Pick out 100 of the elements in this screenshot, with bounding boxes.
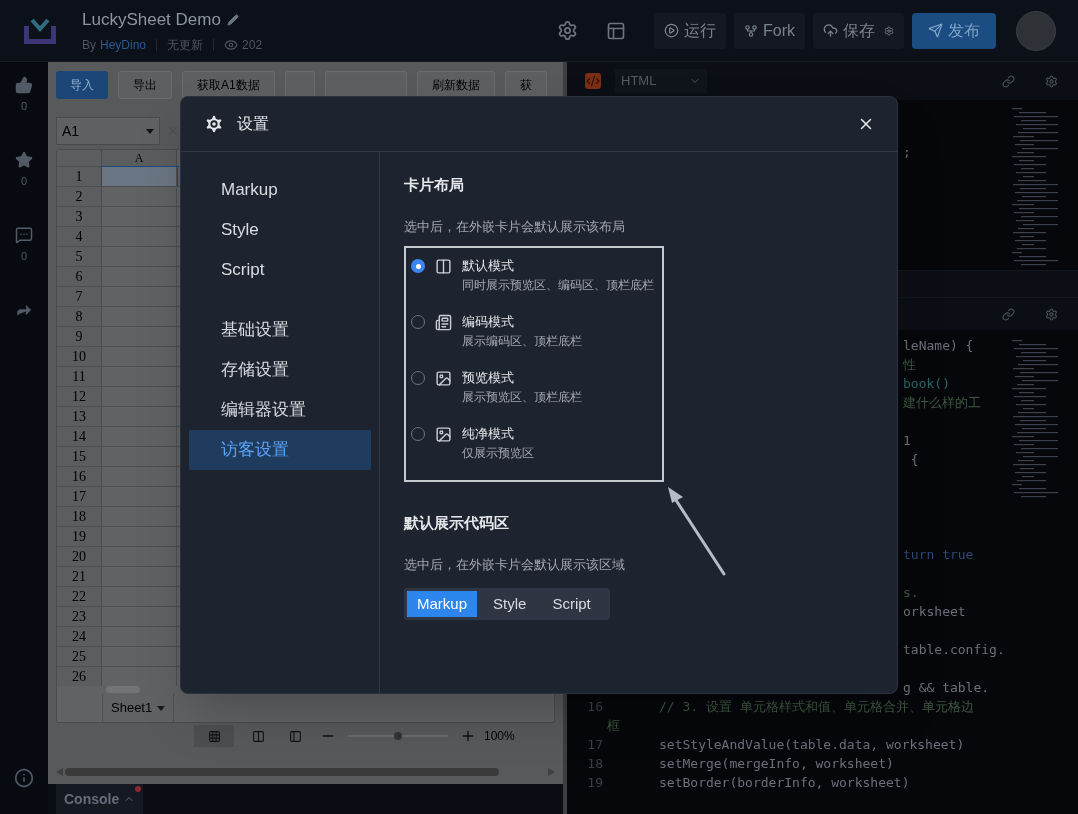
zoom-reading: 100% <box>484 728 515 745</box>
section-description: 选中后，在外嵌卡片会默认展示该布局 <box>404 217 626 236</box>
row-header[interactable]: 5 <box>57 247 102 266</box>
segment-tab[interactable]: Markup <box>407 591 478 617</box>
edit-icon[interactable] <box>226 13 239 26</box>
row-header[interactable]: 7 <box>57 287 102 306</box>
row-header[interactable]: 19 <box>57 527 102 546</box>
row-header[interactable]: 15 <box>57 447 102 466</box>
option-label: 预览模式 <box>462 370 515 386</box>
code-line: 框 <box>607 717 620 735</box>
toolbar-button[interactable]: Fork <box>734 12 805 49</box>
table-cell[interactable] <box>102 167 177 186</box>
count-label: 0 <box>20 99 28 114</box>
nav-item[interactable]: Style <box>189 210 371 250</box>
row-header[interactable]: 14 <box>57 427 102 446</box>
nav-item[interactable]: 存储设置 <box>189 350 371 390</box>
code-line: s. <box>903 584 919 602</box>
row-header[interactable]: 3 <box>57 207 102 226</box>
segment-tab[interactable]: Script <box>542 591 601 617</box>
console-button[interactable]: Console <box>56 784 144 814</box>
line-number: 18 <box>586 755 604 773</box>
settings-icon[interactable] <box>1045 307 1058 321</box>
star-icon[interactable] <box>15 151 33 169</box>
option-label: 编码模式 <box>462 314 515 330</box>
code-line: setStyleAndValue(table.data, worksheet) <box>658 736 965 754</box>
split-layout-icon <box>435 258 452 275</box>
row-header[interactable]: 13 <box>57 407 102 426</box>
column-header[interactable]: A <box>102 150 177 166</box>
code-line: table.config. <box>903 641 1005 659</box>
row-header[interactable]: 26 <box>57 667 102 686</box>
sheet-button[interactable]: 获 <box>504 71 547 99</box>
row-header[interactable]: 18 <box>57 507 102 526</box>
scroll-left-icon[interactable] <box>56 768 63 776</box>
toolbar-button[interactable]: 保存 <box>813 12 904 49</box>
scroll-right-icon[interactable] <box>548 768 555 776</box>
row-header[interactable]: 6 <box>57 267 102 286</box>
option-detail: 展示预览区、顶栏底栏 <box>462 390 582 404</box>
row-header[interactable]: 1 <box>57 167 102 186</box>
row-header[interactable]: 8 <box>57 307 102 326</box>
sheet-button[interactable]: 导出 <box>118 71 172 99</box>
settings-icon[interactable] <box>1045 74 1058 88</box>
count-label: 0 <box>20 174 28 189</box>
scrollbar-thumb[interactable] <box>65 768 499 776</box>
eye-icon <box>224 38 239 53</box>
avatar[interactable] <box>1016 10 1056 51</box>
zoom-in-icon[interactable] <box>460 728 476 744</box>
row-header[interactable]: 4 <box>57 227 102 246</box>
nav-item[interactable]: 访客设置 <box>189 430 371 470</box>
author-link[interactable]: HeyDino <box>100 36 147 55</box>
nav-item[interactable]: Script <box>189 250 371 290</box>
row-header[interactable]: 21 <box>57 567 102 586</box>
code-line: // 3. 设置 单元格样式和值、单元格合并、单元格边 <box>658 698 974 716</box>
row-header[interactable]: 9 <box>57 327 102 346</box>
sheet-button[interactable] <box>324 71 407 99</box>
zoom-slider-thumb[interactable] <box>394 732 402 740</box>
sheet-button[interactable]: 刷新数据 <box>416 71 495 99</box>
link-icon[interactable] <box>1002 307 1015 321</box>
row-header[interactable]: 2 <box>57 187 102 206</box>
sheet-button[interactable]: 获取A1数据 <box>182 71 275 99</box>
row-header[interactable]: 23 <box>57 607 102 626</box>
layout-icon[interactable] <box>606 20 626 41</box>
sheet-tab[interactable]: Sheet1 <box>102 694 174 722</box>
page-layout-icon[interactable] <box>289 729 302 743</box>
comment-icon[interactable] <box>15 226 33 244</box>
code-line: orksheet <box>903 603 966 621</box>
link-icon[interactable] <box>1002 74 1015 88</box>
section-title: 卡片布局 <box>404 175 465 195</box>
publish-button[interactable]: 发布 <box>912 12 996 49</box>
info-icon[interactable] <box>14 768 34 788</box>
sheet-button[interactable] <box>284 71 315 99</box>
row-header[interactable]: 20 <box>57 547 102 566</box>
sheet-button[interactable]: 导入 <box>56 71 108 99</box>
row-header[interactable]: 24 <box>57 627 102 646</box>
option-detail: 仅展示预览区 <box>462 446 534 460</box>
code-line: book() <box>903 375 950 393</box>
language-select[interactable]: HTML <box>615 69 707 93</box>
code-line: 建什么样的工 <box>903 394 981 412</box>
image-icon <box>435 426 452 443</box>
row-header[interactable]: 25 <box>57 647 102 666</box>
header-corner[interactable] <box>57 150 102 166</box>
grid-view-button[interactable] <box>194 725 234 747</box>
nav-item[interactable]: 编辑器设置 <box>189 390 371 430</box>
name-box[interactable]: A1 <box>56 117 160 145</box>
settings-icon <box>203 113 225 135</box>
radio-button[interactable] <box>411 259 425 273</box>
image-icon <box>435 370 452 387</box>
view-count: 202 <box>242 37 263 55</box>
toolbar-button[interactable]: 运行 <box>654 12 726 49</box>
nav-item[interactable]: 基础设置 <box>189 310 371 350</box>
nav-item[interactable]: Markup <box>189 170 371 210</box>
row-header[interactable]: 16 <box>57 467 102 486</box>
row-header[interactable]: 10 <box>57 347 102 366</box>
row-header[interactable]: 11 <box>57 367 102 386</box>
row-header[interactable]: 12 <box>57 387 102 406</box>
settings-icon[interactable] <box>557 20 578 41</box>
row-header[interactable]: 17 <box>57 487 102 506</box>
page-break-icon[interactable] <box>252 729 265 743</box>
segment-tab[interactable]: Style <box>483 591 537 617</box>
row-header[interactable]: 22 <box>57 587 102 606</box>
thumbs-up-icon[interactable] <box>15 76 33 94</box>
